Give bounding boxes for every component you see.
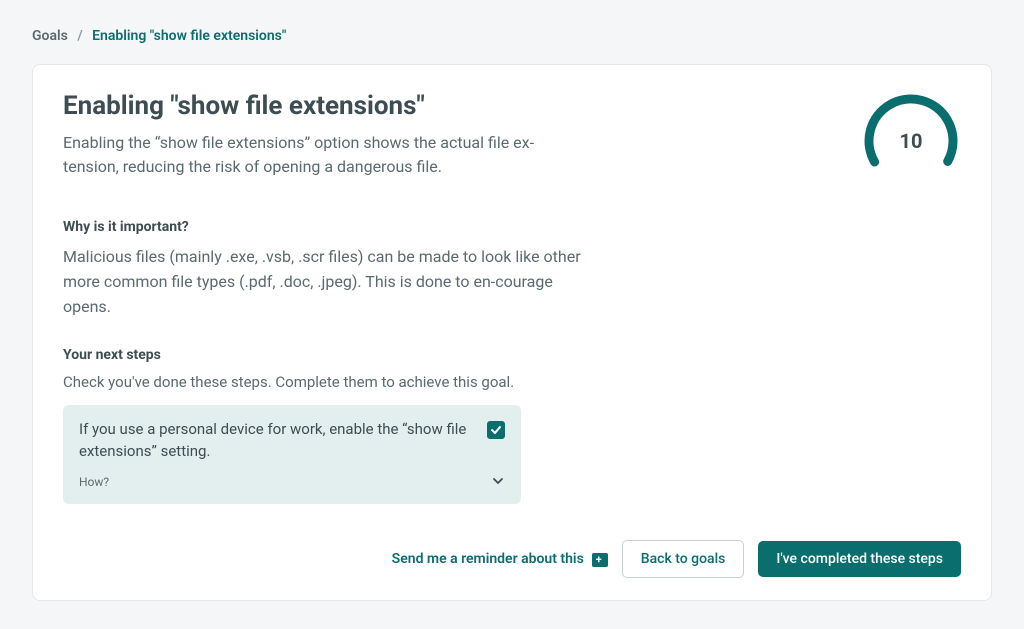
how-label: How?: [79, 475, 109, 489]
why-body: Malicious files (mainly .exe, .vsb, .scr…: [63, 245, 603, 319]
reminder-label: Send me a reminder about this: [392, 551, 584, 567]
breadcrumb-root-link[interactable]: Goals: [32, 28, 68, 44]
completed-steps-button[interactable]: I've completed these steps: [758, 541, 961, 577]
steps-heading: Your next steps: [63, 347, 961, 363]
page-description: Enabling the “show file extensions” opti…: [63, 131, 583, 179]
page-title: Enabling "show file extensions": [63, 91, 583, 121]
card-footer: Send me a reminder about this Back to go…: [63, 540, 961, 578]
step-how-toggle[interactable]: How?: [79, 473, 505, 492]
step-card: If you use a personal device for work, e…: [63, 405, 521, 504]
calendar-plus-icon: [592, 551, 608, 567]
gauge-value: 10: [861, 91, 961, 191]
chevron-down-icon: [491, 473, 505, 492]
check-icon: [490, 424, 502, 436]
score-gauge: 10: [861, 91, 961, 191]
steps-intro: Check you've done these steps. Complete …: [63, 373, 961, 391]
why-heading: Why is it important?: [63, 219, 961, 235]
back-to-goals-button[interactable]: Back to goals: [622, 540, 745, 578]
step-checkbox[interactable]: [487, 421, 505, 439]
step-text: If you use a personal device for work, e…: [79, 419, 473, 463]
breadcrumb: Goals / Enabling "show file extensions": [32, 28, 992, 44]
goal-card: Enabling "show file extensions" Enabling…: [32, 64, 992, 601]
breadcrumb-separator: /: [77, 28, 82, 44]
reminder-link[interactable]: Send me a reminder about this: [392, 551, 608, 567]
breadcrumb-current: Enabling "show file extensions": [92, 28, 286, 44]
